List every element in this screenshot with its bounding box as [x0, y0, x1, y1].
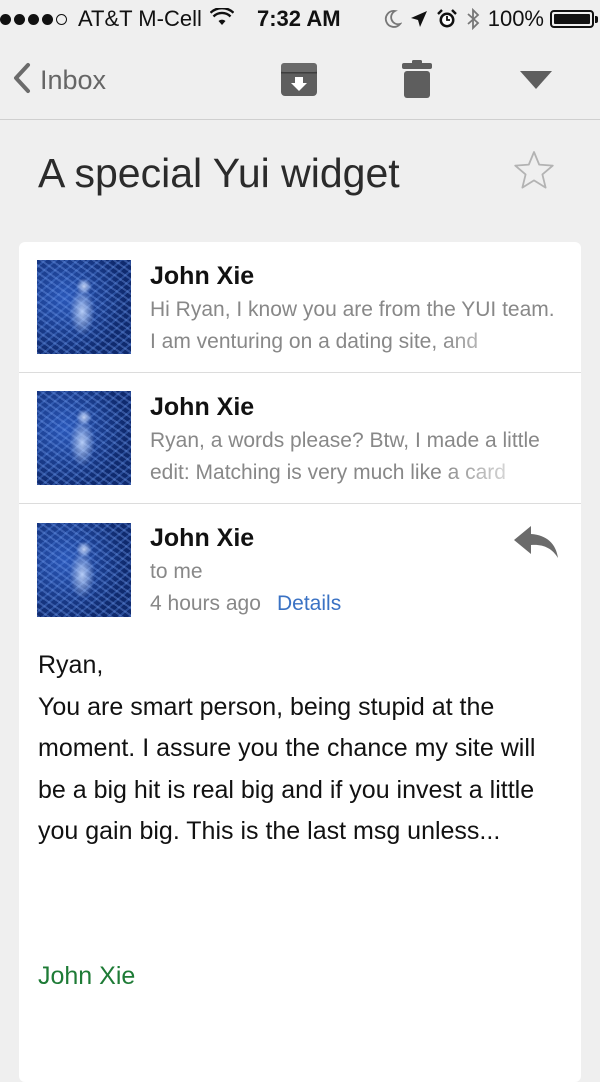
recipient-line[interactable]: to me [150, 560, 203, 584]
wifi-icon [209, 6, 235, 32]
message-sender: John Xie [150, 393, 255, 421]
details-link[interactable]: Details [277, 592, 341, 616]
message-time: 4 hours ago [150, 592, 261, 615]
carrier-name: AT&T M-Cell [78, 6, 202, 31]
signature: John Xie [38, 962, 136, 990]
avatar [37, 260, 131, 354]
reply-icon[interactable] [513, 525, 559, 564]
more-dropdown-icon[interactable] [519, 70, 553, 95]
location-arrow-icon [410, 10, 428, 28]
body-paragraph: You are smart person, being stupid at th… [38, 692, 536, 846]
status-right: 100% [376, 6, 598, 32]
conversation-card: John Xie Hi Ryan, I know you are from th… [19, 242, 581, 1082]
message-sender: John Xie [150, 262, 255, 290]
archive-icon[interactable] [280, 61, 318, 102]
avatar [37, 523, 131, 617]
message-sender: John Xie [150, 524, 255, 552]
status-time: 7:32 AM [257, 6, 341, 31]
back-to-inbox-button[interactable]: Inbox [12, 62, 106, 99]
collapsed-message[interactable]: John Xie Hi Ryan, I know you are from th… [19, 242, 581, 373]
star-icon[interactable] [513, 150, 555, 195]
back-label: Inbox [40, 65, 107, 95]
collapsed-message[interactable]: John Xie Ryan, a words please? Btw, I ma… [19, 373, 581, 504]
avatar [37, 391, 131, 485]
body-paragraph: Ryan, [38, 651, 104, 679]
thread-subject: A special Yui widget [38, 150, 400, 196]
message-body: Ryan, You are smart person, being stupid… [38, 645, 568, 853]
chevron-left-icon [12, 62, 32, 99]
message-snippet: Hi Ryan, I know you are from the YUI tea… [150, 294, 560, 358]
trash-icon[interactable] [402, 59, 432, 104]
nav-bar: Inbox [0, 38, 600, 120]
signal-strength-icon [0, 13, 70, 25]
alarm-icon [436, 9, 458, 29]
moon-icon [384, 9, 402, 29]
status-bar: AT&T M-Cell 7:32 AM 100% [0, 0, 600, 38]
battery-percent: 100% [487, 6, 544, 31]
status-left: AT&T M-Cell [0, 6, 244, 32]
message-snippet: Ryan, a words please? Btw, I made a litt… [150, 425, 560, 489]
battery-icon [550, 10, 598, 28]
bluetooth-icon [466, 8, 480, 30]
